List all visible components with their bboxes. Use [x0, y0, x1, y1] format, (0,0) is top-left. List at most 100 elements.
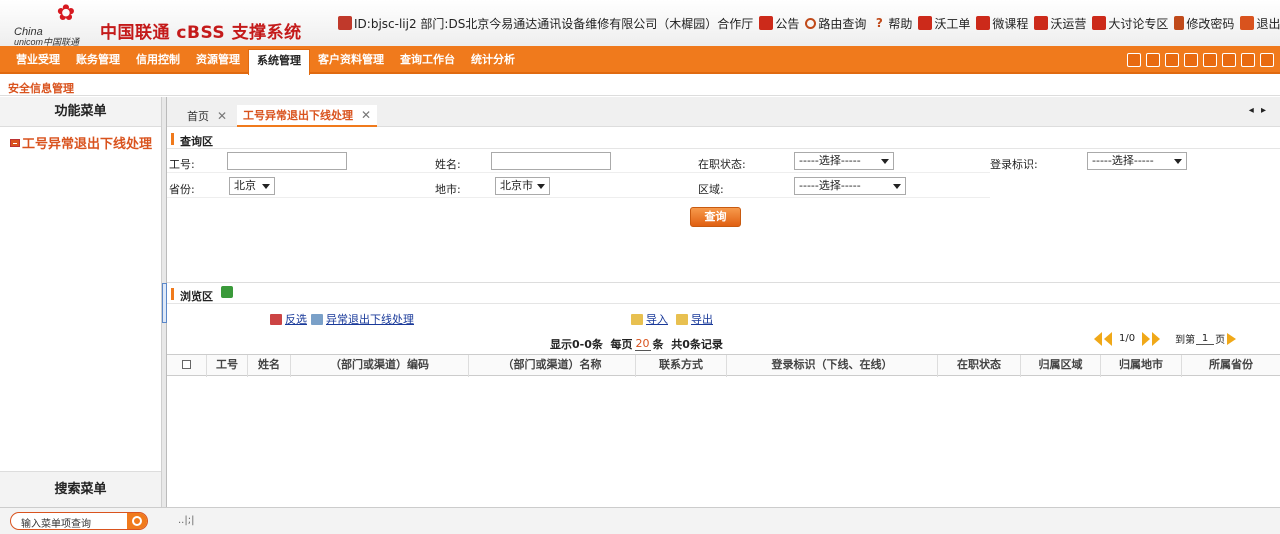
nav-tab-business[interactable]: 营业受理: [0, 46, 68, 74]
col-dept-name[interactable]: （部门或渠道）名称: [469, 355, 636, 377]
menu-search-input[interactable]: 输入菜单项查询: [10, 512, 148, 530]
logout-link[interactable]: 退出: [1240, 15, 1280, 32]
goto-page-input[interactable]: 1: [1196, 333, 1215, 345]
tab-strip: 首页 ✕ 工号异常退出下线处理 ✕ ◂ ▸: [167, 97, 1280, 127]
col-dept-code[interactable]: （部门或渠道）编码: [291, 355, 469, 377]
document-icon: [311, 313, 323, 325]
nav-tab-credit[interactable]: 信用控制: [128, 46, 188, 74]
go-arrow-icon[interactable]: [1227, 332, 1237, 345]
help-label: 帮助: [888, 16, 913, 31]
area-label: 区域:: [698, 183, 724, 196]
col-status[interactable]: 在职状态: [938, 355, 1021, 377]
nav-tab-resource[interactable]: 资源管理: [188, 46, 248, 74]
page-indicator: 1/0: [1119, 333, 1136, 344]
user-info-text: ID:bjsc-lij2 部门:DS北京今易通达通讯设备维修有限公司（木樨园）合…: [354, 16, 754, 31]
staff-id-input[interactable]: [227, 152, 347, 170]
search-icon: [805, 17, 817, 29]
display-range: 显示0-0条: [550, 338, 603, 351]
name-input[interactable]: [491, 152, 611, 170]
layout-icon[interactable]: [1184, 53, 1198, 67]
tab-home[interactable]: 首页 ✕: [187, 105, 227, 127]
book-icon: [976, 16, 991, 30]
wo-operation-label: 沃运营: [1050, 16, 1087, 31]
window-icon[interactable]: [1241, 53, 1255, 67]
login-flag-label: 登录标识:: [990, 158, 1038, 171]
discussion-icon: [1092, 16, 1107, 30]
route-query-label: 路由查询: [818, 16, 867, 31]
discussion-link[interactable]: 大讨论专区: [1092, 15, 1168, 32]
export-excel-icon[interactable]: [221, 286, 233, 298]
login-flag-select[interactable]: -----选择-----: [1087, 152, 1187, 170]
select-all-checkbox[interactable]: [182, 360, 191, 369]
close-icon[interactable]: ✕: [217, 109, 227, 123]
query-button[interactable]: 查询: [690, 207, 741, 227]
import-label: 导入: [646, 313, 668, 326]
tab-home-label: 首页: [187, 110, 209, 123]
tab-abnormal-logout[interactable]: 工号异常退出下线处理 ✕: [237, 105, 378, 127]
goto-unit: 页: [1215, 335, 1226, 346]
footer: 输入菜单项查询 ..|;|: [0, 507, 1280, 534]
first-page-icon[interactable]: [1094, 331, 1102, 346]
browse-section-title: 浏览区: [180, 290, 213, 303]
nav-tab-query[interactable]: 查询工作台: [392, 46, 463, 74]
abnormal-logout-label: 异常退出下线处理: [326, 313, 414, 326]
city-select[interactable]: 北京市: [495, 177, 550, 195]
wo-ticket-link[interactable]: 沃工单: [918, 15, 970, 32]
wo-operation-link[interactable]: 沃运营: [1034, 15, 1086, 32]
route-query-link[interactable]: 路由查询: [805, 15, 866, 32]
city-label: 地市:: [435, 183, 461, 196]
menu-search-placeholder: 输入菜单项查询: [21, 519, 91, 530]
micro-course-label: 微课程: [992, 16, 1029, 31]
nav-tab-billing[interactable]: 账务管理: [68, 46, 128, 74]
micro-course-link[interactable]: 微课程: [976, 15, 1028, 32]
nav-tab-customer[interactable]: 客户资料管理: [310, 46, 392, 74]
app-header: ✿ China unicom中国联通 中国联通 cBSS 支撑系统 ID:bjs…: [0, 0, 1280, 47]
abnormal-logout-link[interactable]: 异常退出下线处理: [311, 311, 414, 327]
footer-mark: ..|;|: [178, 515, 195, 526]
window-icon[interactable]: [1260, 53, 1274, 67]
area-select[interactable]: -----选择-----: [794, 177, 906, 195]
pager: 1/0 到第 1 页: [1093, 331, 1237, 346]
col-login-flag[interactable]: 登录标识（下线、在线）: [727, 355, 938, 377]
col-city[interactable]: 归属地市: [1101, 355, 1182, 377]
breadcrumb-text: 安全信息管理: [8, 82, 74, 95]
help-icon: ?: [875, 16, 883, 30]
nav-tab-stats[interactable]: 统计分析: [463, 46, 523, 74]
select-icon: [270, 313, 282, 325]
per-page-label: 每页: [610, 338, 633, 351]
col-contact[interactable]: 联系方式: [636, 355, 727, 377]
change-password-link[interactable]: 修改密码: [1174, 15, 1234, 32]
search-icon[interactable]: [127, 513, 147, 529]
layout-icon[interactable]: [1222, 53, 1236, 67]
layout-icon[interactable]: [1203, 53, 1217, 67]
col-province[interactable]: 所属省份: [1182, 355, 1280, 377]
help-link[interactable]: ? 帮助: [872, 15, 913, 32]
invert-select-link[interactable]: 反选: [270, 311, 307, 327]
export-label: 导出: [691, 313, 713, 326]
sidebar-title: 功能菜单: [0, 97, 161, 127]
sidebar-item-abnormal-logout[interactable]: 工号异常退出下线处理: [10, 133, 152, 152]
unicom-knot-icon: ✿: [56, 1, 76, 26]
province-select[interactable]: 北京: [229, 177, 275, 195]
last-page-icon[interactable]: [1152, 331, 1161, 346]
col-area[interactable]: 归属区域: [1021, 355, 1101, 377]
status-select[interactable]: -----选择-----: [794, 152, 894, 170]
search-menu-title: 搜索菜单: [0, 471, 161, 507]
nav-tab-system[interactable]: 系统管理: [248, 49, 310, 75]
next-page-icon[interactable]: [1142, 331, 1151, 346]
col-name[interactable]: 姓名: [248, 355, 291, 377]
export-link[interactable]: 导出: [676, 311, 713, 327]
select-all-cell: [167, 355, 207, 377]
col-staff-id[interactable]: 工号: [207, 355, 248, 377]
tab-scroll-arrows[interactable]: ◂ ▸: [1249, 105, 1268, 116]
close-icon[interactable]: ✕: [361, 108, 371, 122]
calendar-icon[interactable]: [1165, 53, 1179, 67]
main-nav: 营业受理 账务管理 信用控制 资源管理 系统管理 客户资料管理 查询工作台 统计…: [0, 46, 1280, 75]
switch-icon[interactable]: [1146, 53, 1160, 67]
breadcrumb: 安全信息管理: [0, 76, 1280, 96]
import-link[interactable]: 导入: [631, 311, 668, 327]
announcement-link[interactable]: 公告: [759, 15, 799, 32]
per-page-input[interactable]: 20: [634, 337, 651, 351]
user-icon[interactable]: [1127, 53, 1141, 67]
prev-page-icon[interactable]: [1104, 331, 1112, 346]
